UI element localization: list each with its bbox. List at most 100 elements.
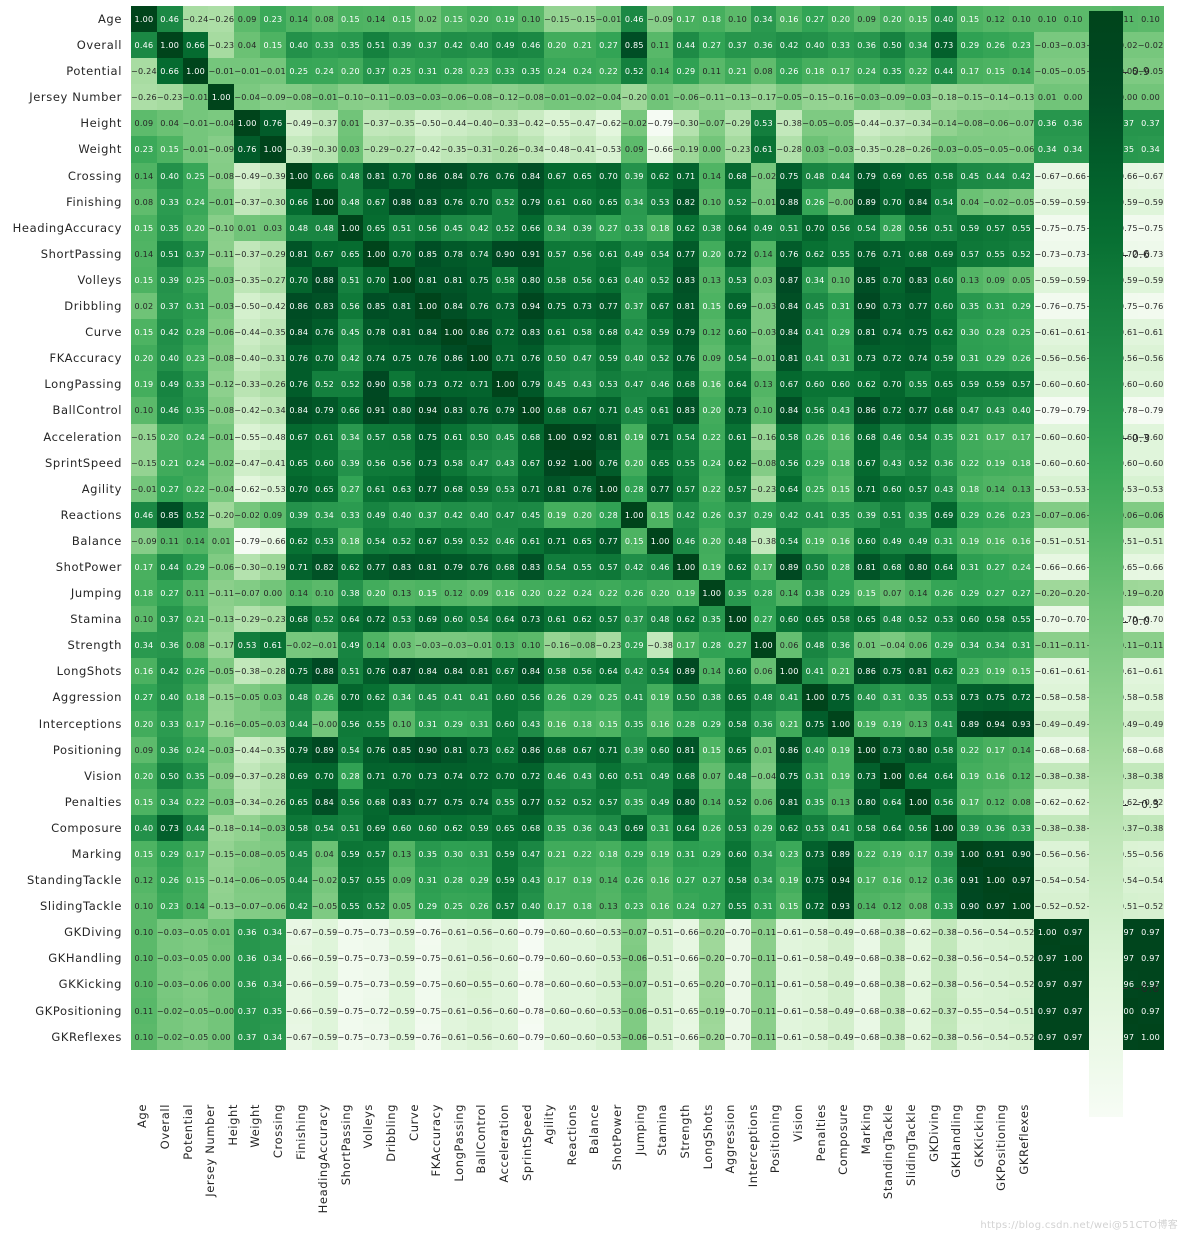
heatmap-cell: 0.81 [414, 553, 441, 581]
heatmap-cell: 0.69 [931, 501, 957, 528]
heatmap-cell: 0.86 [853, 658, 880, 685]
heatmap-cell: 0.23 [1008, 32, 1035, 59]
heatmap-cell: 0.15 [131, 841, 157, 868]
heatmap-cell: 0.81 [466, 658, 493, 685]
heatmap-cell: 0.19 [982, 658, 1009, 685]
heatmap-cell: −0.38 [1034, 814, 1061, 841]
heatmap-cell: 0.31 [957, 553, 983, 581]
heatmap-cell: −0.70 [724, 1023, 751, 1050]
heatmap-cell: 0.51 [156, 240, 183, 267]
heatmap-cell: 0.65 [569, 527, 596, 554]
heatmap-cell: −0.00 [827, 188, 854, 215]
heatmap-cell: 0.73 [879, 293, 906, 320]
heatmap-cell: 0.58 [389, 371, 415, 398]
heatmap-cell: 0.28 [879, 214, 906, 241]
heatmap-cell: −0.53 [595, 919, 622, 946]
heatmap-cell: −0.60 [544, 971, 570, 998]
heatmap-cell: 0.20 [182, 214, 209, 241]
heatmap-cell: 0.65 [724, 684, 751, 711]
heatmap-cell: 0.10 [131, 971, 157, 998]
heatmap-cell: 0.81 [595, 423, 622, 450]
heatmap-cell: −0.56 [957, 971, 983, 998]
heatmap-row: 0.40 0.73 0.44 −0.18 −0.14 −0.03 0.58 0.54 0.51 0… [131, 814, 1164, 841]
heatmap-cell: 0.20 [518, 580, 544, 607]
heatmap-cell: 0.68 [544, 736, 570, 763]
heatmap-cell: −0.54 [1060, 867, 1087, 894]
heatmap-cell: −0.38 [879, 997, 906, 1024]
heatmap-cell: 1.00 [414, 293, 441, 320]
heatmap-cell: 0.57 [363, 423, 390, 450]
x-axis-tick: GKDiving [922, 1102, 945, 1232]
heatmap-cell: 0.47 [569, 345, 596, 372]
heatmap-cell: 0.51 [931, 214, 957, 241]
x-axis-tick: HeadingAccuracy [312, 1102, 335, 1232]
heatmap-cell: 0.40 [466, 501, 493, 528]
heatmap-cell: 0.58 [492, 266, 519, 294]
heatmap-cell: −0.35 [234, 266, 261, 294]
heatmap-cell: 0.65 [285, 449, 312, 476]
heatmap-cell: 0.41 [802, 501, 828, 528]
heatmap-cell: 0.11 [698, 58, 725, 85]
heatmap-cell: 0.11 [647, 32, 674, 59]
heatmap-cell: −0.70 [1034, 606, 1061, 633]
heatmap-cell: 0.24 [311, 58, 338, 85]
heatmap-cell: 0.70 [879, 188, 906, 215]
heatmap-cell: 0.36 [931, 867, 957, 894]
heatmap-cell: 0.52 [492, 214, 519, 241]
heatmap-cell: 1.00 [311, 188, 338, 215]
heatmap-cell: 0.78 [440, 240, 467, 267]
heatmap-cell: 0.18 [182, 684, 209, 711]
heatmap-cell: 0.76 [285, 371, 312, 398]
heatmap-cell: 0.62 [337, 553, 364, 581]
heatmap-cell: 0.69 [931, 240, 957, 267]
heatmap-cell: 0.19 [827, 736, 854, 763]
heatmap-cell: 0.14 [182, 527, 209, 554]
heatmap-cell: 0.25 [1008, 319, 1035, 346]
heatmap-cell: 0.57 [337, 867, 364, 894]
heatmap-cell: −0.16 [544, 632, 570, 659]
heatmap-cell: 0.43 [518, 710, 544, 737]
heatmap-cell: 0.97 [1034, 971, 1061, 998]
heatmap-cell: 0.35 [905, 501, 932, 528]
heatmap-cell: 0.07 [879, 580, 906, 607]
heatmap-cell: −0.68 [853, 997, 880, 1024]
heatmap-cell: 0.60 [802, 371, 828, 398]
heatmap-cell: 0.89 [827, 841, 854, 868]
heatmap-cell: −0.60 [492, 919, 519, 946]
heatmap-cell: 0.18 [131, 580, 157, 607]
x-axis-tick: Reactions [561, 1102, 584, 1232]
y-axis-tick-label: LongPassing [44, 377, 122, 392]
heatmap-cell: −0.73 [1060, 240, 1087, 267]
heatmap-cell: 0.24 [569, 58, 596, 85]
heatmap-cell: 1.00 [802, 684, 828, 711]
heatmap-cell: 0.52 [492, 188, 519, 215]
heatmap-cell: −0.26 [208, 6, 235, 33]
heatmap-cell: −0.03 [260, 814, 286, 841]
heatmap-cell: 0.03 [802, 136, 828, 163]
heatmap-cell: 0.48 [750, 684, 777, 711]
heatmap-cell: 0.39 [156, 266, 183, 294]
heatmap-cell: 0.02 [414, 6, 441, 33]
heatmap-cell: 0.49 [337, 632, 364, 659]
heatmap-cell: 0.21 [776, 710, 803, 737]
heatmap-cell: 0.37 [363, 58, 390, 85]
heatmap-cell: 0.53 [931, 606, 957, 633]
heatmap-cell: −0.54 [982, 997, 1009, 1024]
heatmap-cell: 0.08 [131, 188, 157, 215]
heatmap-cell: −0.11 [750, 919, 777, 946]
heatmap-cell: 0.15 [131, 266, 157, 294]
heatmap-row: 0.20 0.50 0.35 −0.09 −0.37 −0.28 0.69 0.70 0.28 0… [131, 762, 1164, 789]
heatmap-cell: 0.70 [802, 214, 828, 241]
heatmap-cell: −0.73 [363, 919, 390, 946]
heatmap-cell: 0.13 [750, 371, 777, 398]
heatmap-cell: 0.08 [750, 58, 777, 85]
heatmap-row: 0.18 0.27 0.11 −0.11 −0.07 0.00 0.14 0.10 0.38 0.… [131, 580, 1164, 607]
heatmap-cell: 0.31 [931, 527, 957, 554]
x-axis-tick-label: GKPositioning [994, 1104, 1009, 1191]
heatmap-cell: 0.56 [569, 658, 596, 685]
heatmap-cell: 0.53 [234, 632, 261, 659]
heatmap-cell: 0.65 [931, 371, 957, 398]
heatmap-cell: 0.65 [853, 606, 880, 633]
heatmap-cell: 0.16 [827, 423, 854, 450]
heatmap-cell: 0.15 [621, 527, 648, 554]
